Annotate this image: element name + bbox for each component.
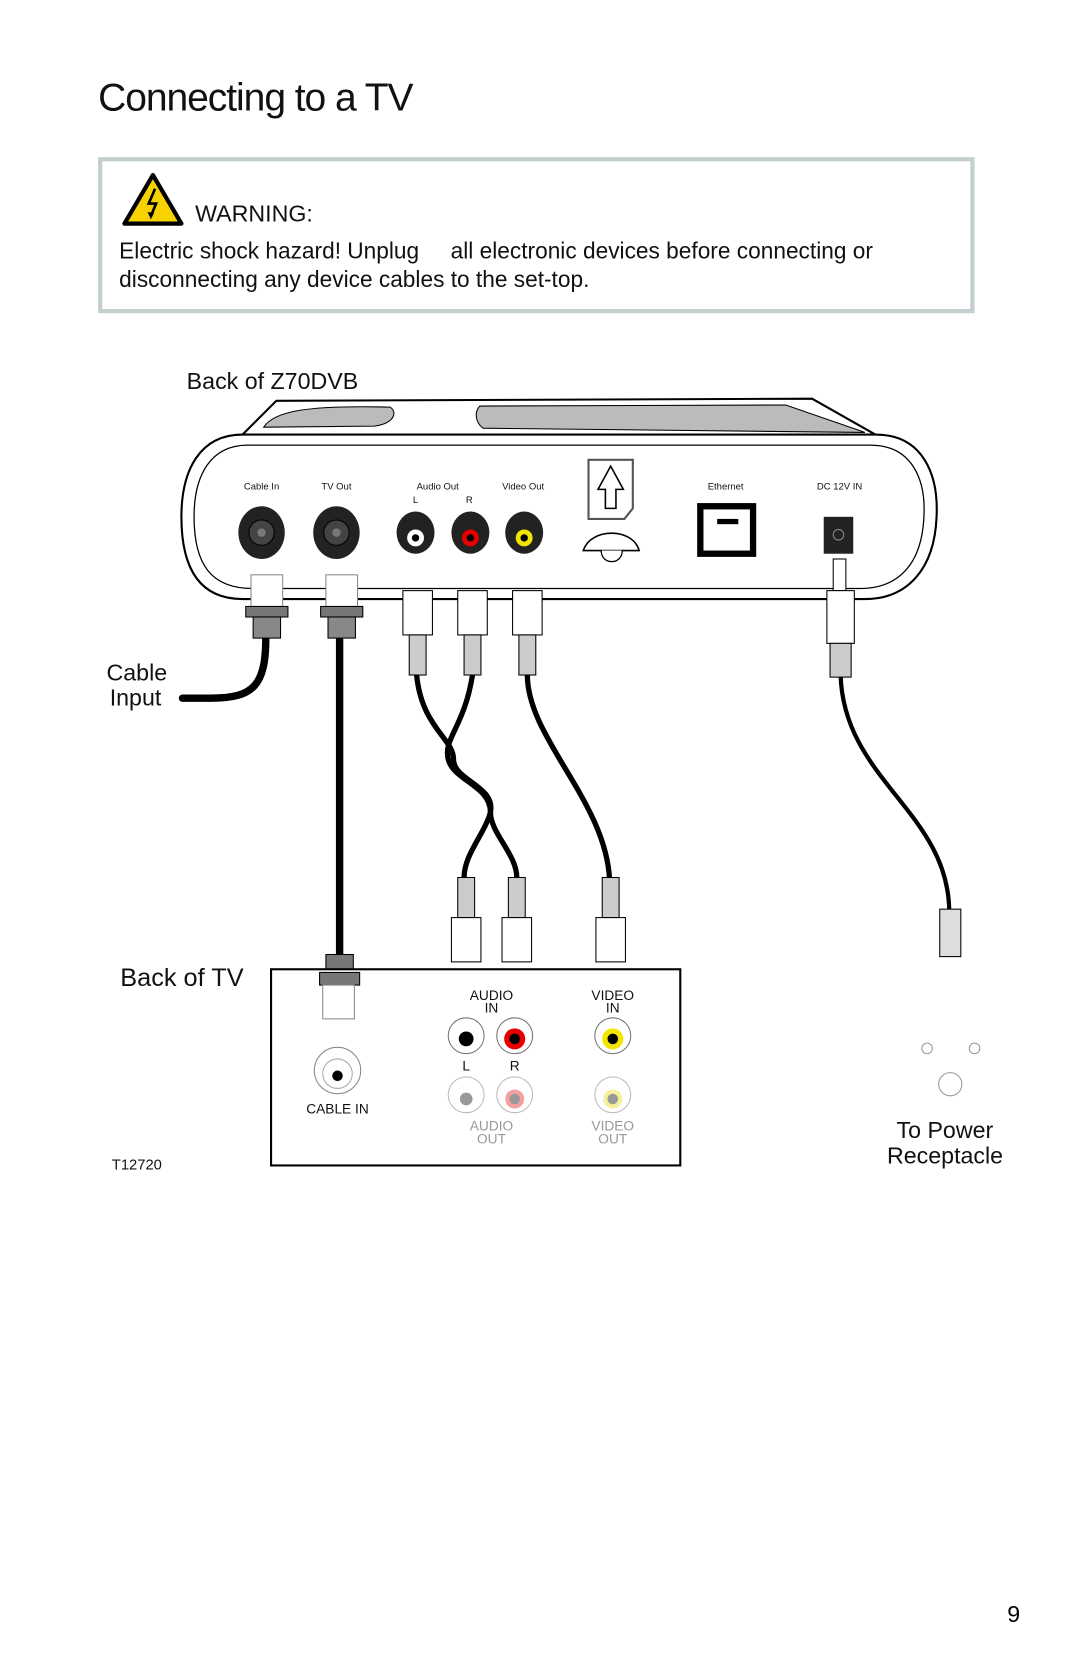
connection-diagram: Cable In TV Out Audio Out L R Video Out … (178, 397, 981, 1167)
tv-audio-in-l-jack (447, 1017, 485, 1055)
power-outlet (921, 1042, 981, 1097)
tv-audio-out-r-jack (496, 1076, 534, 1114)
port-label-video-out: Video Out (502, 481, 544, 492)
tv-video-in-jack (594, 1017, 632, 1055)
power-cable (838, 672, 952, 915)
rca-plug-tv-audio-l (450, 876, 482, 963)
tv-audio-in-label-2: IN (485, 1001, 499, 1016)
port-label-ethernet: Ethernet (708, 481, 744, 492)
rca-port-audio-l (396, 511, 435, 554)
tv-cable-in-jack (313, 1046, 362, 1095)
page-number: 9 (1007, 1601, 1021, 1628)
cable-input-cable (178, 634, 270, 702)
port-label-audio-l: L (413, 495, 418, 506)
dc-power-port (823, 516, 854, 554)
tv-cable-in-label: CABLE IN (306, 1102, 368, 1117)
coax-plug-tv-out (320, 574, 364, 639)
tv-video-in-label-2: IN (606, 1001, 620, 1016)
tv-l-label: L (462, 1059, 470, 1074)
rca-plug-tv-video (595, 876, 626, 963)
coax-plug-cable-in (245, 574, 289, 639)
coax-plug-tv (319, 953, 361, 1020)
tv-r-label: R (510, 1059, 520, 1074)
power-plug-end (939, 908, 962, 958)
tv-video-out-label-2: OUT (598, 1131, 628, 1146)
tv-audio-out-label-2: OUT (477, 1131, 507, 1146)
video-cable (524, 672, 613, 884)
rca-port-video (505, 511, 544, 554)
rca-plug-tv-audio-r (501, 876, 533, 963)
ethernet-port (697, 503, 757, 557)
rca-plug-video (512, 590, 543, 676)
coax-port-cable-in (238, 506, 285, 559)
port-label-audio-out: Audio Out (417, 481, 460, 492)
port-label-tv-out: TV Out (321, 481, 351, 492)
port-label-cable-in: Cable In (244, 481, 279, 492)
coax-port-tv-out (313, 506, 360, 559)
audio-r-cable (444, 672, 520, 881)
manual-page: Connecting to a TV WARNING: Electric sho… (0, 0, 1080, 1669)
smartcard-slot-arrow-icon (582, 458, 641, 563)
tv-audio-in-r-jack (496, 1017, 534, 1055)
port-label-dc-in: DC 12V IN (817, 481, 862, 492)
cables (178, 634, 952, 959)
tv-video-out-jack (594, 1076, 632, 1114)
port-label-audio-r: R (466, 495, 473, 506)
rca-plug-audio-l (402, 590, 433, 676)
tv-audio-out-l-jack (447, 1076, 485, 1114)
rca-plug-audio-r (457, 590, 488, 676)
rca-port-audio-r (451, 511, 490, 554)
audio-l-cable (413, 672, 494, 881)
settop-box (180, 397, 938, 601)
